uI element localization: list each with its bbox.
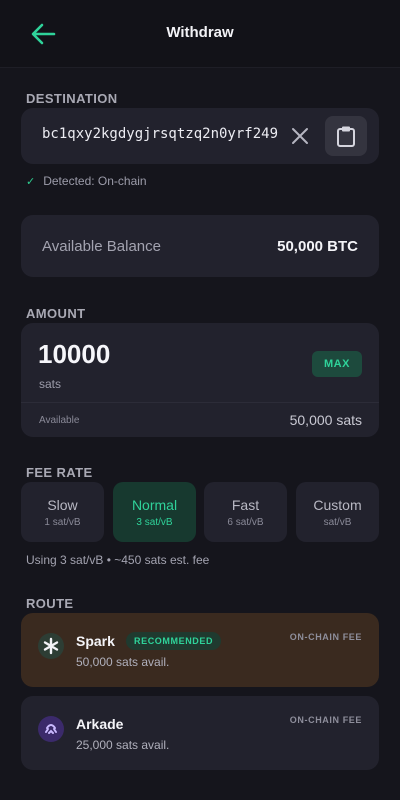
recommended-badge: RECOMMENDED [126, 632, 222, 650]
destination-label: DESTINATION [26, 91, 118, 106]
fee-rate: 3 sat/vB [136, 517, 173, 528]
detected-network: ✓ Detected: On-chain [26, 174, 147, 188]
fee-option-normal[interactable]: Normal 3 sat/vB [113, 482, 196, 542]
route-fee-label: ON-CHAIN FEE [289, 715, 362, 725]
fee-option-slow[interactable]: Slow 1 sat/vB [21, 482, 104, 542]
route-option-arkade[interactable]: Arkade 25,000 sats avail. ON-CHAIN FEE [21, 696, 379, 770]
fee-name: Fast [231, 497, 260, 513]
fee-option-fast[interactable]: Fast 6 sat/vB [204, 482, 287, 542]
fee-name: Custom [313, 497, 362, 513]
app-header: Withdraw [0, 0, 400, 68]
amount-unit: sats [39, 377, 62, 391]
max-button[interactable]: MAX [312, 351, 362, 377]
fee-rate-label: FEE RATE [26, 465, 93, 480]
route-availability: 25,000 sats avail. [76, 738, 170, 752]
arkade-icon [38, 716, 64, 742]
fee-rate: sat/vB [323, 517, 352, 528]
amount-input[interactable]: 10000 [38, 339, 110, 370]
detected-text: Detected: On-chain [43, 174, 147, 188]
route-name: Arkade [76, 716, 124, 732]
address-input[interactable]: bc1qxy2kgdygjrsqtzq2n0yrf249 [42, 126, 292, 142]
available-label: Available [39, 415, 80, 426]
paste-button[interactable] [325, 116, 367, 156]
balance-card: Available Balance 50,000 BTC [21, 215, 379, 277]
check-icon: ✓ [26, 176, 36, 188]
route-option-spark[interactable]: Spark RECOMMENDED 50,000 sats avail. ON-… [21, 613, 379, 687]
fee-name: Normal [131, 497, 178, 513]
amount-card: 10000 sats MAX Available 50,000 sats [21, 323, 379, 437]
fee-name: Slow [47, 497, 78, 513]
clipboard-icon [337, 126, 355, 147]
fee-estimate-note: Using 3 sat/vB • ~450 sats est. fee [26, 553, 210, 567]
clear-address-button[interactable] [289, 125, 311, 147]
route-label: ROUTE [26, 596, 74, 611]
divider [21, 402, 379, 403]
route-fee-label: ON-CHAIN FEE [289, 632, 362, 642]
fee-rate: 6 sat/vB [227, 517, 264, 528]
route-availability: 50,000 sats avail. [76, 655, 170, 669]
balance-value: 50,000 BTC [277, 238, 358, 255]
close-icon [292, 128, 308, 144]
page-title: Withdraw [166, 24, 234, 41]
destination-field: bc1qxy2kgdygjrsqtzq2n0yrf249 [21, 108, 379, 164]
amount-label: AMOUNT [26, 306, 86, 321]
available-value: 50,000 sats [289, 412, 362, 428]
fee-option-custom[interactable]: Custom sat/vB [296, 482, 379, 542]
route-name: Spark [76, 633, 115, 649]
balance-label: Available Balance [42, 238, 161, 255]
spark-asterisk-icon [38, 633, 64, 659]
fee-rate: 1 sat/vB [44, 517, 81, 528]
